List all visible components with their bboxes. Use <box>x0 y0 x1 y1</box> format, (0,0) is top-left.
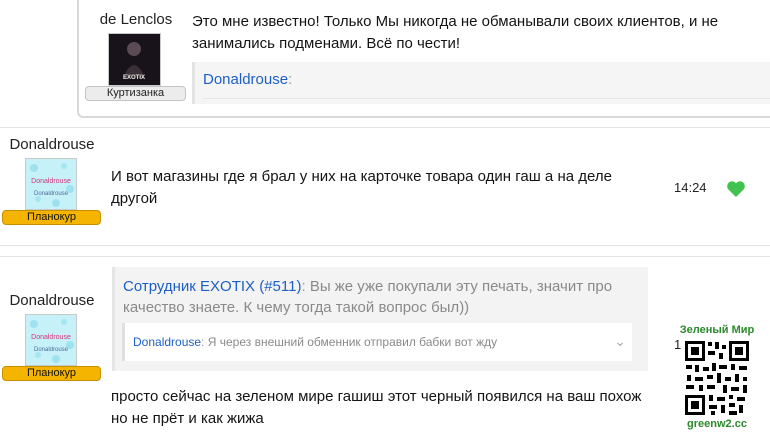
user-rank-badge: Куртизанка <box>85 86 186 101</box>
avatar-label: EXOTIX <box>123 75 145 81</box>
nested-quote-separator: : <box>201 335 205 349</box>
quote-author-link[interactable]: Сотрудник EXOTIX (#511) <box>123 278 301 295</box>
post-author-name[interactable]: Donaldrouse <box>0 292 104 309</box>
ad-footer: greenw2.cc <box>687 418 747 430</box>
quote-separator: : <box>301 278 306 295</box>
avatar-label: Donaldrouse <box>31 178 71 185</box>
nested-quote-author-link[interactable]: Donaldrouse <box>133 335 201 349</box>
avatar-label: Donaldrouse <box>34 191 69 197</box>
quote-divider <box>203 98 770 99</box>
post-divider <box>0 245 770 246</box>
ad-title: Зеленый Мир <box>679 324 755 336</box>
avatar[interactable]: Donaldrouse Donaldrouse <box>25 314 77 366</box>
user-rank-badge: Планокур <box>2 366 101 381</box>
chevron-down-icon[interactable]: ⌄ <box>614 333 626 350</box>
heart-icon[interactable] <box>726 180 746 198</box>
quote-author-link[interactable]: Donaldrouse <box>203 71 288 88</box>
quote-separator: : <box>288 71 293 88</box>
avatar-label: Donaldrouse <box>34 347 69 353</box>
post-author-name[interactable]: de Lenclos <box>84 11 188 28</box>
avatar-image: Donaldrouse Donaldrouse <box>26 315 76 365</box>
post-time[interactable]: 14:24 <box>674 180 707 195</box>
post-message: И вот магазины где я брал у них на карто… <box>111 168 612 207</box>
post-message: Это мне известно! Только Мы никогда не о… <box>192 13 719 52</box>
quote-block: Donaldrouse: <box>192 62 770 104</box>
post-divider <box>0 127 770 128</box>
avatar-image: EXOTIX <box>109 34 160 85</box>
post-divider <box>0 256 770 257</box>
avatar-image: Donaldrouse Donaldrouse <box>26 159 76 209</box>
nested-quote: Donaldrouse: Я через внешний обменник от… <box>122 323 632 361</box>
user-rank-badge: Планокур <box>2 210 101 225</box>
avatar[interactable]: Donaldrouse Donaldrouse <box>25 158 77 210</box>
qr-code-icon <box>683 339 751 417</box>
nested-quote-text: Я через внешний обменник отправил бабки … <box>207 335 498 349</box>
avatar[interactable]: EXOTIX <box>108 33 161 86</box>
post-author-name[interactable]: Donaldrouse <box>0 136 104 153</box>
post-message: просто сейчас на зеленом мире гашиш этот… <box>111 388 642 427</box>
ad-banner[interactable]: Зеленый Мир greenw2.cc <box>676 324 758 432</box>
avatar-label: Donaldrouse <box>31 334 71 341</box>
